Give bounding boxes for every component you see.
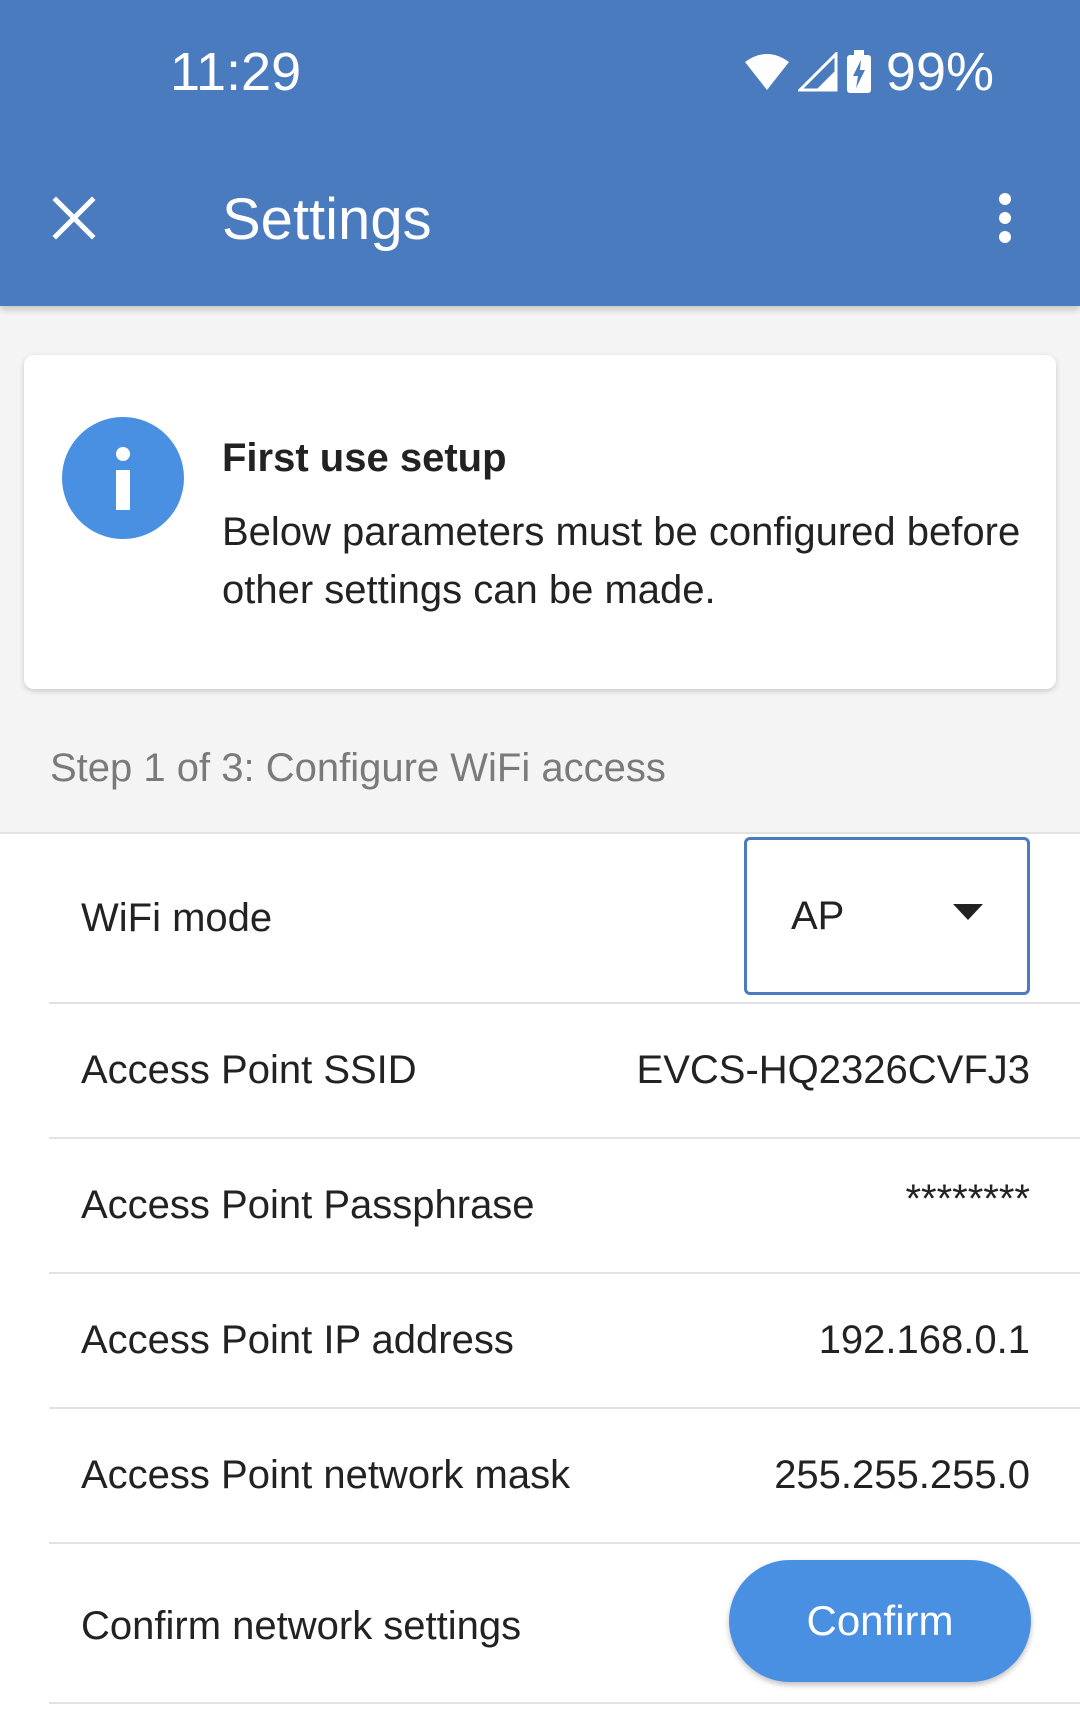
info-icon bbox=[62, 417, 184, 539]
ssid-value: EVCS-HQ2326CVFJ3 bbox=[636, 1048, 1030, 1092]
ssid-label: Access Point SSID bbox=[81, 1048, 417, 1092]
network-mask-row[interactable]: Access Point network mask 255.255.255.0 bbox=[49, 1409, 1080, 1544]
dropdown-arrow-icon bbox=[953, 904, 983, 925]
wifi-mode-value: AP bbox=[791, 894, 845, 938]
ssid-row[interactable]: Access Point SSID EVCS-HQ2326CVFJ3 bbox=[49, 1004, 1080, 1139]
passphrase-label: Access Point Passphrase bbox=[81, 1183, 535, 1227]
confirm-label: Confirm network settings bbox=[81, 1604, 522, 1648]
more-vert-icon bbox=[998, 192, 1012, 249]
network-mask-label: Access Point network mask bbox=[81, 1453, 571, 1497]
app-header: 11:29 99% Settings bbox=[0, 0, 1080, 306]
ip-address-row[interactable]: Access Point IP address 192.168.0.1 bbox=[49, 1274, 1080, 1409]
info-card-title: First use setup bbox=[222, 436, 507, 480]
wifi-settings-list: WiFi mode AP Access Point SSID EVCS-HQ23… bbox=[0, 832, 1080, 1720]
step-label: Step 1 of 3: Configure WiFi access bbox=[50, 746, 666, 790]
battery-charging-icon bbox=[846, 50, 872, 94]
wifi-mode-select[interactable]: AP bbox=[744, 837, 1030, 995]
network-mask-value: 255.255.255.0 bbox=[774, 1453, 1030, 1497]
wifi-mode-row: WiFi mode AP bbox=[49, 834, 1080, 1004]
confirm-row: Confirm network settings Confirm bbox=[49, 1544, 1080, 1704]
status-time: 11:29 bbox=[170, 42, 302, 102]
page-title: Settings bbox=[222, 187, 432, 252]
close-button[interactable] bbox=[40, 180, 108, 260]
more-options-button[interactable] bbox=[990, 190, 1020, 250]
wifi-mode-label: WiFi mode bbox=[81, 896, 273, 940]
battery-percent: 99% bbox=[885, 42, 994, 102]
confirm-button[interactable]: Confirm bbox=[729, 1560, 1031, 1682]
ip-address-value: 192.168.0.1 bbox=[818, 1318, 1030, 1362]
close-icon bbox=[52, 195, 96, 245]
passphrase-row[interactable]: Access Point Passphrase ******** bbox=[49, 1139, 1080, 1274]
ip-address-label: Access Point IP address bbox=[81, 1318, 514, 1362]
passphrase-value: ******** bbox=[905, 1177, 1030, 1221]
status-icons: 99% bbox=[744, 38, 994, 106]
info-card-body: Below parameters must be configured befo… bbox=[222, 510, 1021, 612]
wifi-icon bbox=[744, 52, 790, 92]
first-use-info-card: First use setup Below parameters must be… bbox=[24, 355, 1056, 689]
cell-signal-icon bbox=[797, 52, 838, 92]
